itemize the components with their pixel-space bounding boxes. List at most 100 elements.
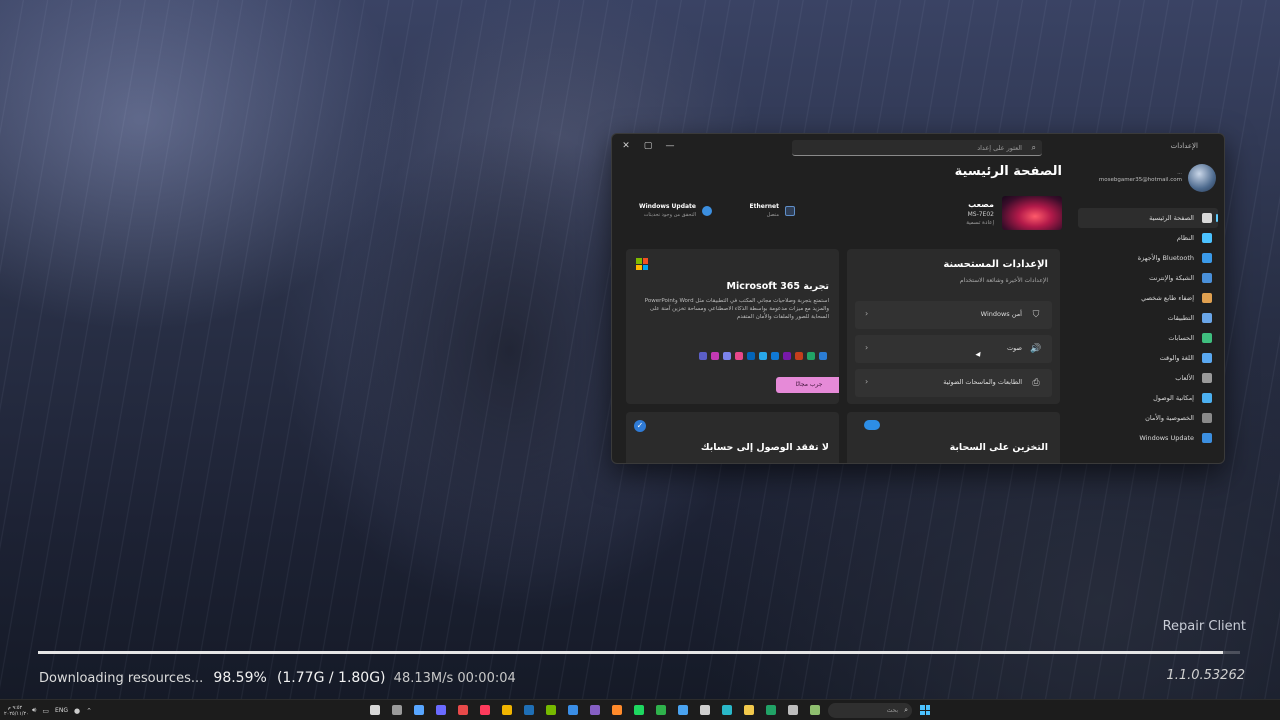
system-tray: ٩:٥٢ م ٢٠٢٥/١١/٢٠ 🔊︎ ▭ ENG ● ⌃ <box>4 702 92 719</box>
file-explorer-icon[interactable] <box>740 702 758 719</box>
bluetooth-icon <box>1202 253 1212 263</box>
windows-update-status[interactable]: Windows Update التحقق من وجود تحديثات <box>632 202 712 226</box>
sidebar-item-2[interactable]: Bluetooth والأجهزة <box>1078 248 1218 268</box>
widgets-icon[interactable] <box>806 702 824 719</box>
sidebar-item-label: إمكانية الوصول <box>1153 394 1194 402</box>
system-icon <box>1202 233 1212 243</box>
ethernet-subtitle: متصل <box>766 212 779 218</box>
volume-icon[interactable]: 🔊︎ <box>32 706 36 715</box>
office-app-icon <box>807 352 815 360</box>
taskbar-search-input[interactable]: بحث ⌕ <box>828 703 912 718</box>
download-size: (1.77G / 1.80G) <box>276 670 386 686</box>
windows-update-subtitle: التحقق من وجود تحديثات <box>643 212 696 218</box>
sidebar-item-4[interactable]: إضفاء طابع شخصي <box>1078 288 1218 308</box>
ethernet-title: Ethernet <box>749 203 779 210</box>
reco-item-label: الطابعات والماسحات الضوئية <box>943 378 1022 386</box>
game-launcher-icon[interactable] <box>366 702 384 719</box>
cloud-app-icon[interactable] <box>674 702 692 719</box>
search-icon: ⌕ <box>1031 143 1036 152</box>
office-app-icon <box>711 352 719 360</box>
account-card-title: لا تفقد الوصول إلى حسابك <box>700 442 829 453</box>
browser-icon[interactable] <box>454 702 472 719</box>
sidebar-item-11[interactable]: Windows Update <box>1078 428 1218 448</box>
spotify-icon[interactable] <box>630 702 648 719</box>
repair-client-button[interactable]: Repair Client <box>1163 619 1246 634</box>
sidebar-item-1[interactable]: النظام <box>1078 228 1218 248</box>
photos-icon[interactable] <box>696 702 714 719</box>
search-placeholder: العثور على إعداد <box>977 144 1022 152</box>
device-model: MS-7E02 <box>967 211 994 218</box>
printer-icon: ⎙ <box>1032 378 1040 388</box>
sidebar-item-label: Bluetooth والأجهزة <box>1137 254 1194 262</box>
reco-item-printers[interactable]: ⎙ الطابعات والماسحات الضوئية ‹ <box>855 369 1052 397</box>
xbox-icon[interactable] <box>652 702 670 719</box>
start-button[interactable] <box>916 702 934 719</box>
cloud-icon <box>864 420 880 430</box>
shield-icon: ⛉ <box>1032 310 1040 320</box>
reco-item-label: أمن Windows <box>980 310 1022 318</box>
download-status-label: Downloading resources... <box>39 671 204 686</box>
reco-item-sound[interactable]: 🔊 صوت ‹ <box>855 335 1052 363</box>
sidebar-item-6[interactable]: الحسابات <box>1078 328 1218 348</box>
close-icon[interactable]: ✕ <box>616 138 636 154</box>
steam-icon[interactable] <box>520 702 538 719</box>
maximize-icon[interactable]: ▢ <box>638 138 658 154</box>
settings-window[interactable]: ✕ ▢ — العثور على إعداد ⌕ الإعدادات الصفح… <box>611 133 1225 464</box>
settings-app-icon[interactable] <box>388 702 406 719</box>
avatar[interactable] <box>1188 164 1216 192</box>
chevron-left-icon: ‹ <box>865 343 869 352</box>
visual-studio-icon[interactable] <box>586 702 604 719</box>
microsoft-logo-icon <box>636 258 648 270</box>
edge-icon[interactable] <box>718 702 736 719</box>
sidebar-item-10[interactable]: الخصوصية والأمان <box>1078 408 1218 428</box>
reco-item-windows-security[interactable]: ⛉ أمن Windows ‹ <box>855 301 1052 329</box>
windows-logo-icon <box>920 705 930 715</box>
sidebar-item-0[interactable]: الصفحة الرئيسية <box>1078 208 1218 228</box>
settings-search-input[interactable]: العثور على إعداد ⌕ <box>792 140 1042 156</box>
rename-link[interactable]: إعادة تسمية <box>966 220 994 226</box>
chevron-up-icon[interactable]: ⌃ <box>86 707 92 715</box>
m365-app-icons <box>699 352 827 360</box>
sidebar-item-label: اللغة والوقت <box>1159 354 1194 362</box>
office-app-icon <box>759 352 767 360</box>
mail-icon[interactable] <box>564 702 582 719</box>
office-app-icon <box>795 352 803 360</box>
microphone-icon[interactable]: ● <box>74 707 80 715</box>
excel-icon[interactable] <box>762 702 780 719</box>
nvidia-icon[interactable] <box>542 702 560 719</box>
network-icon[interactable]: ▭ <box>42 707 49 715</box>
notepad-icon[interactable] <box>784 702 802 719</box>
clock[interactable]: ٩:٥٢ م ٢٠٢٥/١١/٢٠ <box>4 705 29 717</box>
page-title: الصفحة الرئيسية <box>954 164 1062 179</box>
speaker-icon: 🔊 <box>1030 344 1042 354</box>
download-status: Downloading resources... 98.59% (1.77G /… <box>39 670 516 686</box>
recommended-subtitle: الإعدادات الأخيرة وشائعة الاستخدام <box>959 277 1048 284</box>
sidebar-item-5[interactable]: التطبيقات <box>1078 308 1218 328</box>
cloud-storage-card[interactable]: التخزين على السحابة <box>847 412 1060 463</box>
windows-update-title: Windows Update <box>638 203 696 210</box>
device-name: مصعب <box>968 200 994 209</box>
try-free-button[interactable]: جرب مجانًا <box>776 377 839 393</box>
account-profile[interactable]: ... mosebgamer35@hotmail.com <box>1076 164 1216 194</box>
minimize-icon[interactable]: — <box>660 138 680 154</box>
opera-icon[interactable] <box>476 702 494 719</box>
sidebar-item-label: إضفاء طابع شخصي <box>1141 294 1194 302</box>
sidebar-item-label: التطبيقات <box>1167 314 1194 322</box>
store-app-icon[interactable] <box>410 702 428 719</box>
sidebar-item-7[interactable]: اللغة والوقت <box>1078 348 1218 368</box>
device-wallpaper-thumbnail[interactable] <box>1002 196 1062 230</box>
firefox-icon[interactable] <box>608 702 626 719</box>
discord-like-icon[interactable] <box>432 702 450 719</box>
sidebar-item-8[interactable]: الألعاب <box>1078 368 1218 388</box>
language-indicator[interactable]: ENG <box>55 707 68 714</box>
sidebar-item-3[interactable]: الشبكة والإنترنت <box>1078 268 1218 288</box>
office-app-icon <box>771 352 779 360</box>
sidebar-item-9[interactable]: إمكانية الوصول <box>1078 388 1218 408</box>
chrome-icon[interactable] <box>498 702 516 719</box>
office-app-icon <box>819 352 827 360</box>
ethernet-status[interactable]: Ethernet متصل <box>735 202 795 226</box>
chevron-left-icon: ‹ <box>865 309 869 318</box>
office-app-icon <box>747 352 755 360</box>
account-security-card[interactable]: ✓ لا تفقد الوصول إلى حسابك <box>626 412 839 463</box>
title-bar[interactable]: ✕ ▢ — العثور على إعداد ⌕ الإعدادات <box>612 134 1224 160</box>
